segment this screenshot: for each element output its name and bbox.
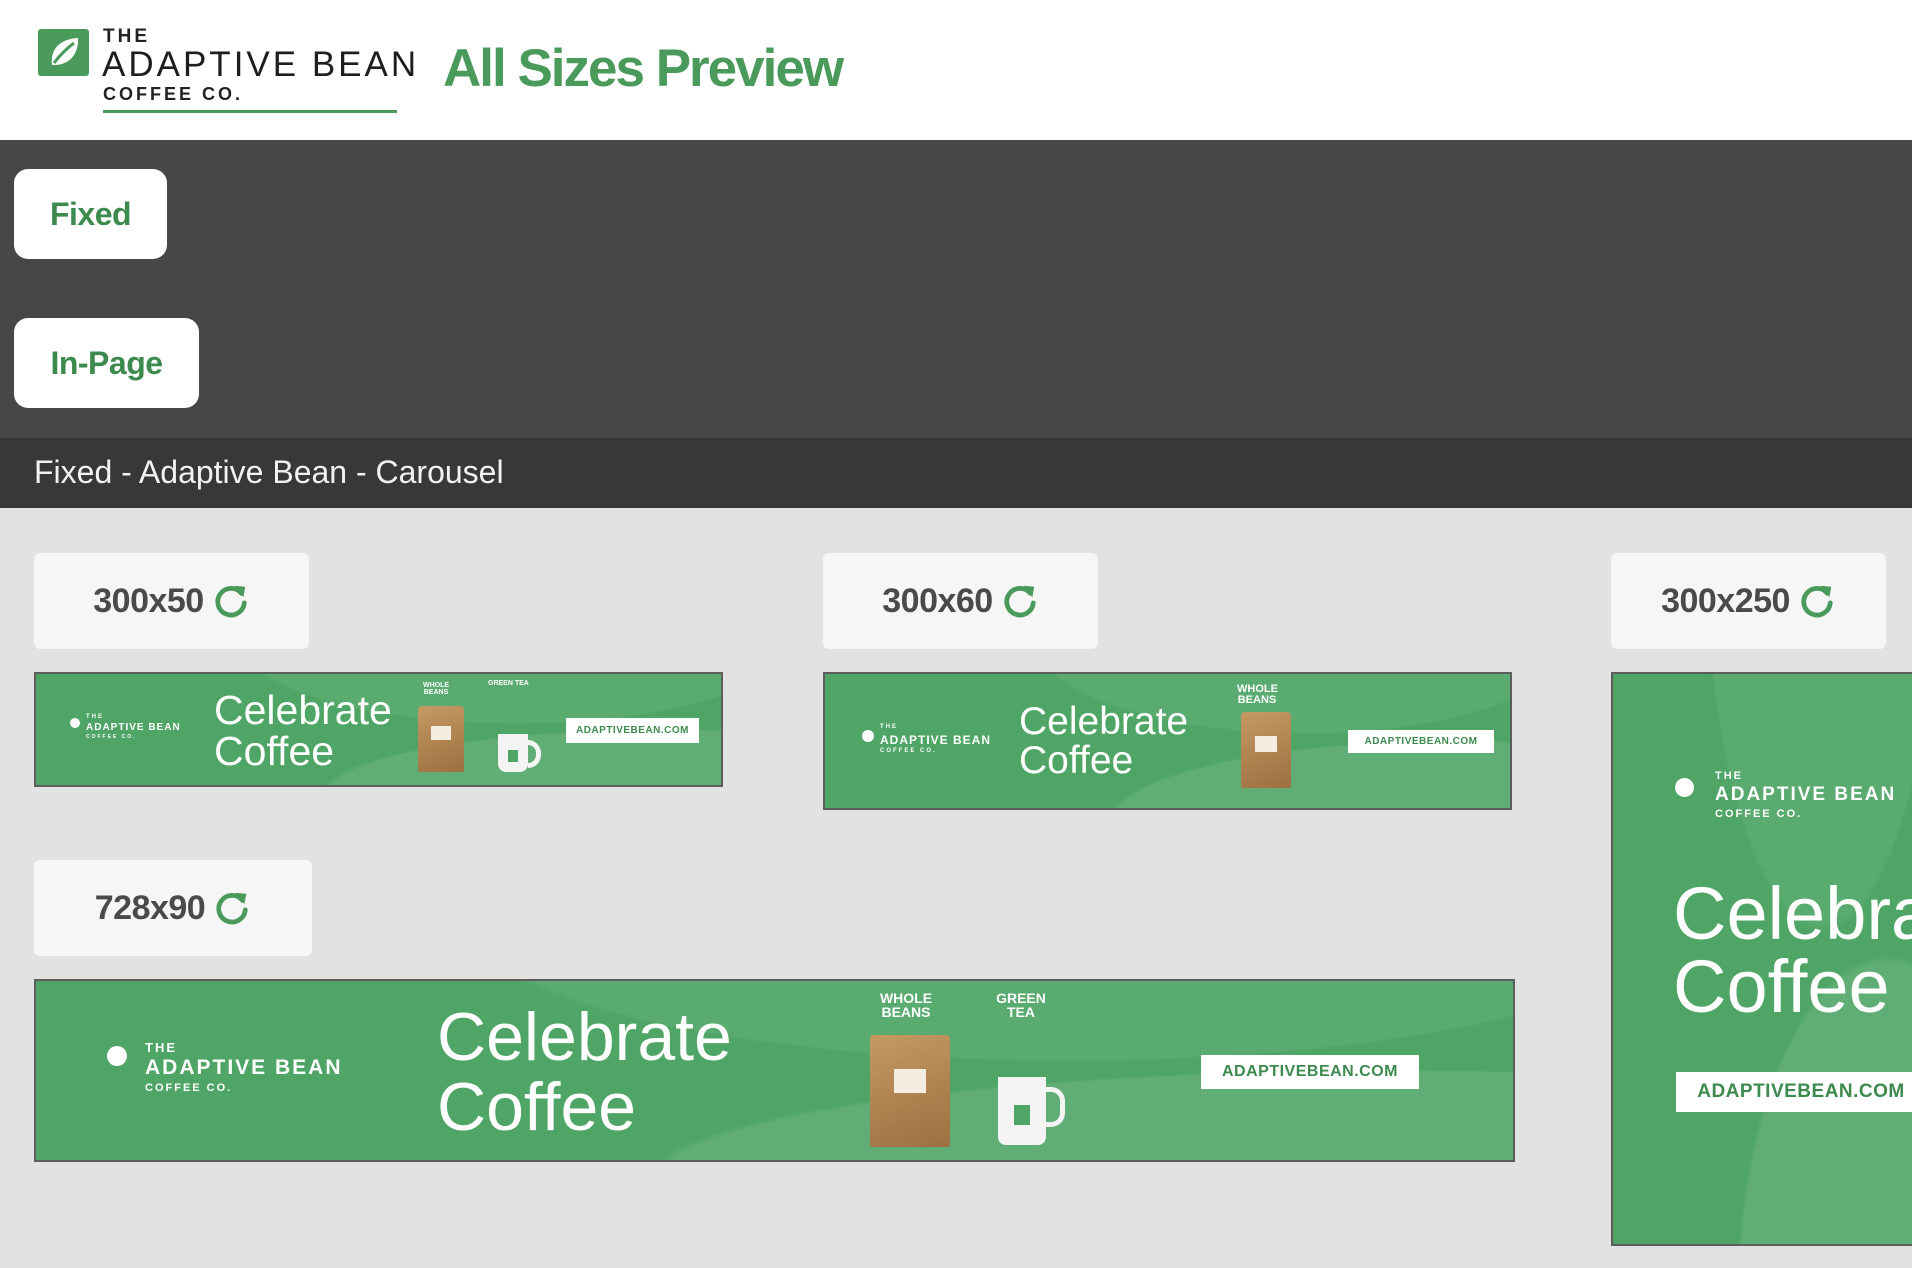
bag-label: [431, 726, 451, 740]
ad-headline-line1: Celebrate: [214, 687, 392, 733]
section-header: Fixed - Adaptive Bean - Carousel: [0, 438, 1912, 508]
ad-brand-the: THE: [86, 714, 104, 720]
ad-banner-300x250[interactable]: THE ADAPTIVE BEAN COFFEE CO. Celebra Cof…: [1611, 672, 1912, 1246]
ad-cta-button[interactable]: ADAPTIVEBEAN.COM: [1201, 1055, 1419, 1089]
ad-brand-sub: COFFEE CO.: [86, 734, 137, 740]
size-label-300x250: 300x250: [1611, 553, 1886, 649]
ad-headline-line2: Coffee: [1673, 945, 1890, 1028]
ad-headline-line2: Coffee: [1019, 739, 1134, 782]
ad-brand-name: ADAPTIVE BEAN: [1715, 784, 1897, 805]
size-label-728x90: 728x90: [34, 860, 312, 956]
page-title: All Sizes Preview: [443, 39, 844, 98]
ad-banner-300x60[interactable]: THE ADAPTIVE BEAN COFFEE CO. Celebrate C…: [823, 672, 1512, 810]
mug-label: [508, 750, 518, 762]
product-label-green-tea: GREEN TEA: [488, 680, 529, 687]
bag-label: [894, 1069, 926, 1093]
ad-cta-button[interactable]: ADAPTIVEBEAN.COM: [566, 718, 699, 743]
size-label-300x50: 300x50: [34, 553, 309, 649]
fixed-button[interactable]: Fixed: [14, 169, 167, 259]
size-label-text: 300x250: [1661, 581, 1790, 620]
ad-brand-name: ADAPTIVE BEAN: [880, 733, 992, 747]
ad-brand-name: ADAPTIVE BEAN: [145, 1056, 343, 1079]
product-label-green-tea: GREEN TEA: [996, 990, 1046, 1020]
product-label-whole-beans: WHOLE BEANS: [1237, 683, 1278, 706]
ad-cta-button[interactable]: ADAPTIVEBEAN.COM: [1676, 1072, 1912, 1112]
size-label-text: 728x90: [94, 888, 206, 927]
ad-banner-728x90[interactable]: THE ADAPTIVE BEAN COFFEE CO. Celebrate C…: [34, 979, 1515, 1162]
size-label-300x60: 300x60: [823, 553, 1098, 649]
ad-brand-sub: COFFEE CO.: [145, 1082, 233, 1094]
reload-icon[interactable]: [1798, 582, 1836, 620]
ad-headline-line1: Celebrate: [1019, 700, 1189, 743]
ad-brand-the: THE: [880, 724, 898, 730]
format-nav: Fixed In-Page: [0, 140, 1912, 438]
ad-headline-line1: Celebra: [1673, 872, 1912, 955]
ad-headline-line2: Coffee: [437, 1069, 637, 1145]
section-title: Fixed - Adaptive Bean - Carousel: [34, 454, 504, 490]
leaf-icon: [70, 718, 80, 728]
reload-icon[interactable]: [1001, 582, 1039, 620]
ad-headline-line1: Celebrate: [437, 999, 732, 1075]
mug-handle: [528, 740, 541, 768]
bag-label: [1255, 736, 1277, 752]
product-label-whole-beans: WHOLE BEANS: [879, 990, 933, 1020]
ad-cta-button[interactable]: ADAPTIVEBEAN.COM: [1348, 730, 1494, 753]
leaf-icon: [1675, 778, 1694, 797]
ad-brand-sub: COFFEE CO.: [880, 748, 937, 754]
logo-line-sub: COFFEE CO.: [103, 84, 244, 104]
tea-mug-image: [498, 734, 528, 772]
leaf-icon: [862, 730, 874, 742]
tea-mug-image: [998, 1077, 1046, 1145]
coffee-bag-image: [418, 706, 464, 772]
size-label-text: 300x60: [882, 581, 993, 620]
ad-brand-the: THE: [1715, 770, 1743, 782]
brand-logo[interactable]: THE ADAPTIVE BEAN COFFEE CO.: [38, 26, 416, 116]
logo-underline: [103, 110, 397, 113]
ad-brand-the: THE: [145, 1040, 177, 1055]
leaf-icon: [107, 1046, 127, 1066]
product-label-whole-beans: WHOLE BEANS: [422, 682, 450, 696]
leaf-logo-icon: [38, 29, 89, 76]
ad-brand-name: ADAPTIVE BEAN: [86, 722, 181, 733]
coffee-bag-image: [870, 1035, 950, 1147]
mug-handle: [1046, 1087, 1065, 1127]
coffee-bag-image: [1241, 712, 1291, 788]
reload-icon[interactable]: [212, 582, 250, 620]
size-label-text: 300x50: [93, 581, 204, 620]
mug-label: [1014, 1105, 1030, 1125]
logo-line-name: ADAPTIVE BEAN: [102, 45, 420, 84]
ad-headline-line2: Coffee: [214, 728, 335, 774]
ad-brand-sub: COFFEE CO.: [1715, 808, 1803, 820]
in-page-button[interactable]: In-Page: [14, 318, 199, 408]
reload-icon[interactable]: [213, 889, 251, 927]
header: THE ADAPTIVE BEAN COFFEE CO. All Sizes P…: [0, 0, 1912, 140]
ad-banner-300x50[interactable]: THE ADAPTIVE BEAN COFFEE CO. Celebrate C…: [34, 672, 723, 787]
